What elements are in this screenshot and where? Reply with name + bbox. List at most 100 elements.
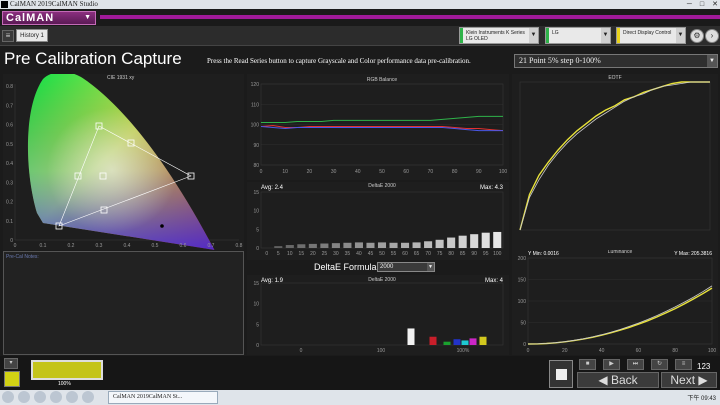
de1-bar	[274, 246, 283, 248]
lum-x-tick: 0	[527, 348, 530, 354]
rgb-x-tick: 90	[476, 169, 482, 175]
minimize-button[interactable]: ─	[687, 0, 692, 9]
de2-y-tick: 10	[253, 302, 259, 308]
cie-x-tick: 0.6	[180, 243, 187, 249]
delta-formula-value: 2000	[380, 264, 394, 270]
grayscale-deltae-chart: DeltaE 2000Avg: 2.4 Max: 4.31510500 5 10 15 2…	[253, 183, 503, 257]
step-counter: 123	[697, 362, 711, 371]
explorer-icon[interactable]	[66, 391, 78, 403]
luminance-panel: Luminance Y Min: 0.0016 Y Max: 205.3816 200…	[512, 250, 718, 355]
lum-min: Y Min: 0.0016	[528, 251, 559, 257]
chrome-icon[interactable]	[82, 391, 94, 403]
luminance-chart: LuminanceY Min: 0.0016 Y Max: 205.3816200…	[518, 250, 717, 354]
pattern-selector[interactable]: Direct Display Control ▼	[616, 27, 686, 44]
series-selector[interactable]: 21 Point 5% step 0-100% ▼	[514, 54, 718, 68]
taskbar-clock: 下午 09:43	[687, 396, 716, 402]
stop-icon[interactable]: ■	[579, 359, 596, 370]
lum-x-tick: 60	[636, 348, 642, 354]
maximize-button[interactable]: □	[700, 0, 704, 9]
lum-x-tick: 20	[562, 348, 568, 354]
de1-bar	[354, 242, 363, 248]
lum-y-tick: 100	[518, 299, 527, 305]
app-icon	[1, 1, 8, 8]
eotf-series-line	[519, 81, 710, 231]
lum-x-tick: 100	[708, 348, 717, 354]
cie-y-tick: 0.2	[6, 200, 13, 206]
pre-cal-notes[interactable]: Pre-Cal Notes:	[3, 251, 244, 355]
cie-x-tick: 0.4	[124, 243, 131, 249]
target-patch-swatch	[31, 360, 103, 380]
minimize-panel-icon[interactable]: ▾	[4, 358, 18, 369]
de2-y-tick: 5	[256, 322, 259, 328]
de2-bar	[443, 341, 451, 345]
de1-bar	[447, 237, 456, 248]
ie-icon[interactable]	[18, 391, 30, 403]
expand-icon[interactable]: ›	[705, 29, 719, 43]
read-series-icon[interactable]: ≡	[675, 359, 692, 370]
de1-y-tick: 0	[256, 246, 259, 252]
cie-x-tick: 0.3	[96, 243, 103, 249]
menu-icon[interactable]: ≡	[2, 30, 14, 42]
cie-x-tick: 0.1	[40, 243, 47, 249]
de1-bar	[401, 242, 410, 248]
lum-x-tick: 40	[599, 348, 605, 354]
cie-y-tick: 0	[10, 238, 13, 244]
de1-bar	[470, 234, 479, 248]
meter-selector[interactable]: Klein Instruments K Series LG OLED ▼	[459, 27, 539, 44]
back-label: Back	[610, 373, 638, 387]
cie-x-tick: 0.8	[236, 243, 243, 249]
back-button[interactable]: ◀ Back	[577, 372, 659, 388]
color-deltae-panel: DeltaE 2000 Avg: 1.9 Max: 4 15 10 5 0 0 100 100%	[247, 275, 509, 355]
de1-x-tick: 70	[425, 251, 431, 257]
tab-history-1[interactable]: History 1	[16, 29, 48, 42]
rgb-title: RGB Balance	[367, 77, 398, 83]
de1-y-tick: 5	[256, 227, 259, 233]
pattern-status-stripe	[617, 28, 620, 43]
rgb-y-tick: 80	[253, 163, 259, 169]
logo-text: CalMAN	[6, 12, 55, 24]
display-selector[interactable]: LG ▼	[545, 27, 611, 44]
de1-x-tick: 60	[402, 251, 408, 257]
de2-avg: Avg: 1.9	[261, 278, 284, 284]
cie-x-tick: 0.5	[152, 243, 159, 249]
de1-x-tick: 25	[322, 251, 328, 257]
media-icon[interactable]	[50, 391, 62, 403]
de2-max: Max: 4	[485, 278, 504, 284]
delta-formula-select[interactable]: 2000 ▼	[377, 262, 435, 272]
de1-x-tick: 30	[333, 251, 339, 257]
skip-icon[interactable]: ⏭	[627, 359, 644, 370]
de2-bar	[429, 336, 437, 345]
cie-x-tick: 0.2	[68, 243, 75, 249]
window-title: CalMAN 2019CalMAN Studio	[10, 0, 98, 8]
de1-x-tick: 75	[437, 251, 443, 257]
rgb-x-tick: 40	[355, 169, 361, 175]
de1-x-tick: 45	[368, 251, 374, 257]
gear-icon[interactable]: ⚙	[690, 29, 704, 43]
de1-x-tick: 15	[299, 251, 305, 257]
cie-panel: CIE 1931 xy 0 0.1 0.2 0.3 0.4 0.5 0.6 0.…	[3, 74, 244, 250]
cie-y-tick: 0.5	[6, 142, 13, 148]
loop-icon[interactable]: ↻	[651, 359, 668, 370]
de1-bar	[320, 243, 329, 248]
de1-title: DeltaE 2000	[368, 183, 396, 189]
rgb-y-tick: 90	[253, 143, 259, 149]
de1-bar	[389, 242, 398, 248]
calman-logo-menu[interactable]: CalMAN ▼	[2, 11, 96, 25]
play-icon[interactable]: ▶	[603, 359, 620, 370]
display-status-stripe	[546, 28, 549, 43]
arrow-right-icon: ▶	[695, 373, 708, 387]
lum-x-tick: 80	[672, 348, 678, 354]
start-icon[interactable]	[2, 391, 14, 403]
delta-formula-label: DeltaE Formula	[314, 262, 377, 272]
de1-bar	[458, 235, 467, 248]
de1-x-tick: 10	[287, 251, 293, 257]
rgb-y-tick: 120	[251, 82, 260, 88]
brand-accent-line	[100, 15, 720, 19]
folder-icon[interactable]	[34, 391, 46, 403]
de1-bar	[424, 241, 433, 248]
taskbar-calman-task[interactable]: CalMAN 2019CalMAN St...	[108, 391, 218, 404]
next-button[interactable]: Next ▶	[661, 372, 717, 388]
close-button[interactable]: ✕	[712, 0, 718, 9]
pattern-window-button[interactable]	[549, 360, 573, 388]
eotf-panel: EOTF	[512, 74, 718, 250]
